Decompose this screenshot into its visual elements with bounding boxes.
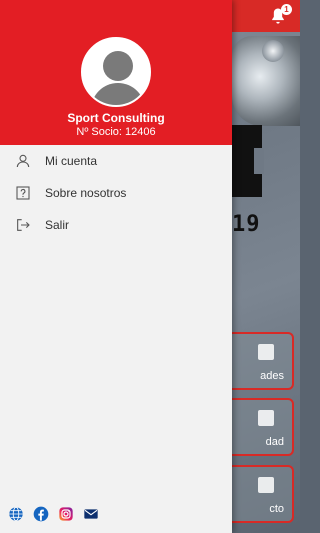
card-icon: [258, 344, 274, 360]
menu-item-label: Sobre nosotros: [45, 186, 127, 200]
drawer-header: Sport Consulting Nº Socio: 12406: [0, 0, 232, 145]
facebook-icon[interactable]: [33, 506, 49, 522]
notification-badge: 1: [281, 4, 292, 15]
card-label: ades: [260, 370, 284, 382]
web-globe-icon[interactable]: [8, 506, 24, 522]
logout-icon: [17, 219, 30, 231]
navigation-drawer: Sport Consulting Nº Socio: 12406 Mi cuen…: [0, 0, 232, 533]
background-year-text: 19: [232, 212, 261, 237]
menu-item-label: Salir: [45, 218, 70, 232]
user-icon: [16, 154, 30, 168]
card-icon: [258, 477, 274, 493]
email-icon[interactable]: [83, 506, 99, 522]
social-links: [8, 506, 99, 522]
menu-item-logout[interactable]: Salir: [0, 209, 232, 241]
avatar[interactable]: [81, 37, 151, 107]
card-icon: [258, 410, 274, 426]
card-label: cto: [269, 503, 284, 515]
background-card-1[interactable]: ades: [222, 332, 294, 390]
instagram-icon[interactable]: [58, 506, 74, 522]
background-card-3[interactable]: cto: [222, 465, 294, 523]
background-photo-bolt: [262, 40, 284, 62]
menu-item-label: Mi cuenta: [45, 154, 98, 168]
question-icon: [16, 186, 30, 200]
user-name: Sport Consulting: [67, 111, 165, 125]
member-number: Nº Socio: 12406: [76, 126, 156, 138]
background-card-2[interactable]: dad: [222, 398, 294, 456]
avatar-body: [91, 83, 145, 105]
drawer-menu: Mi cuenta Sobre nosotros Salir: [0, 145, 232, 241]
background-logo-fragment-cut: [254, 148, 264, 174]
avatar-head: [103, 51, 133, 81]
menu-item-my-account[interactable]: Mi cuenta: [0, 145, 232, 177]
card-label: dad: [265, 436, 284, 448]
menu-item-about-us[interactable]: Sobre nosotros: [0, 177, 232, 209]
